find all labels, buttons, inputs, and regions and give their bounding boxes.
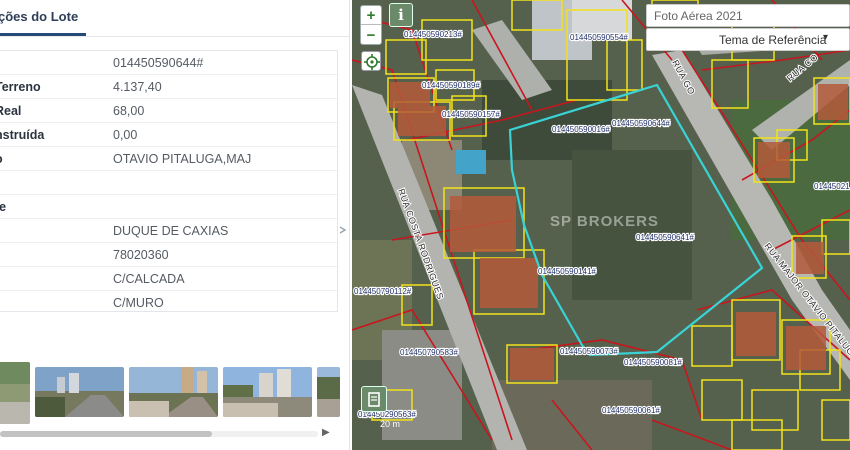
street-photo-thumbnail[interactable] bbox=[129, 367, 218, 417]
parcel-label: 014450590073# bbox=[560, 347, 618, 356]
zoom-out-button[interactable]: − bbox=[361, 26, 381, 45]
chevron-down-icon: ▾ bbox=[823, 32, 829, 43]
theme-value: Tema de Referência bbox=[719, 33, 827, 47]
row-value: DUQUE DE CAXIAS bbox=[113, 224, 229, 238]
watermark: SP BROKERS bbox=[550, 213, 659, 230]
basemap-value: Foto Aérea 2021 bbox=[654, 9, 743, 23]
row-label: o bbox=[0, 152, 3, 166]
table-row: DUQUE DE CAXIAS bbox=[0, 220, 337, 243]
lot-info-panel: ções do Lote 014450590644# Terreno 4.137… bbox=[0, 0, 350, 450]
parcel-label: 014450590213# bbox=[404, 30, 462, 39]
table-row: nstruída 0,00 bbox=[0, 124, 337, 147]
scrollbar-thumb[interactable] bbox=[0, 431, 212, 437]
zoom-in-button[interactable]: + bbox=[361, 6, 381, 25]
row-label: te bbox=[0, 200, 7, 214]
parcel-label: 014450790583# bbox=[400, 348, 458, 357]
parcel-label: 014450590644# bbox=[612, 119, 670, 128]
locate-button[interactable] bbox=[361, 51, 381, 71]
row-label: nstruída bbox=[0, 128, 45, 142]
zoom-control: + − bbox=[360, 5, 382, 45]
table-row: o OTAVIO PITALUGA,MAJ bbox=[0, 148, 337, 171]
aerial-map[interactable]: 014450590213# 014450590554# 014450590189… bbox=[352, 0, 850, 450]
row-value: 4.137,40 bbox=[113, 80, 162, 94]
layers-button[interactable] bbox=[361, 386, 387, 412]
street-photo-thumbnail[interactable] bbox=[35, 367, 124, 417]
tab-active-indicator bbox=[0, 33, 86, 36]
parcel-label: 014450590189# bbox=[422, 81, 480, 90]
crosshair-icon bbox=[364, 54, 380, 70]
row-value: 68,00 bbox=[113, 104, 145, 118]
row-label: Terreno bbox=[0, 80, 41, 94]
collapse-panel-icon[interactable] bbox=[337, 223, 351, 237]
table-row: C/CALCADA bbox=[0, 268, 337, 291]
layers-icon bbox=[368, 392, 380, 407]
table-row: C/MURO bbox=[0, 292, 337, 315]
table-row: 014450590644# bbox=[0, 52, 337, 75]
parcel-label: 014450790112# bbox=[354, 287, 412, 296]
street-photo-thumbnail[interactable] bbox=[317, 367, 340, 417]
parcel-label: 014450590141# bbox=[538, 267, 596, 276]
parcel-label: 014450590554# bbox=[570, 33, 628, 42]
row-label: Real bbox=[0, 104, 22, 118]
map-canvas: 014450590213# 014450590554# 014450590189… bbox=[352, 0, 850, 450]
scroll-right-arrow-icon[interactable]: ▶ bbox=[322, 427, 330, 438]
table-row: te bbox=[0, 196, 337, 219]
tab-lot-info[interactable]: ções do Lote bbox=[0, 9, 78, 24]
table-row: Terreno 4.137,40 bbox=[0, 76, 337, 99]
parcel-label: 014450590081# bbox=[624, 358, 682, 367]
street-view-thumbnails bbox=[0, 362, 340, 424]
parcel-label: 01445021 bbox=[814, 182, 850, 191]
row-value: 0,00 bbox=[113, 128, 138, 142]
table-row bbox=[0, 172, 337, 195]
row-value: C/CALCADA bbox=[113, 272, 185, 286]
info-button[interactable]: i bbox=[389, 3, 413, 27]
basemap-select[interactable]: Foto Aérea 2021 bbox=[646, 4, 850, 27]
theme-select[interactable]: Tema de Referência ▾ bbox=[646, 28, 850, 51]
row-value: 78020360 bbox=[113, 248, 169, 262]
scale-label: 20 m bbox=[380, 419, 400, 429]
row-value: 014450590644# bbox=[113, 56, 204, 70]
street-photo-thumbnail[interactable] bbox=[0, 362, 30, 424]
row-value: C/MURO bbox=[113, 296, 164, 310]
thumbnail-scrollbar[interactable]: ▶ bbox=[0, 427, 340, 439]
row-value: OTAVIO PITALUGA,MAJ bbox=[113, 152, 252, 166]
lot-attributes-table: 014450590644# Terreno 4.137,40 Real 68,0… bbox=[0, 50, 338, 312]
street-photo-thumbnail[interactable] bbox=[223, 367, 312, 417]
table-row: 78020360 bbox=[0, 244, 337, 267]
parcel-label: 014450590641# bbox=[636, 233, 694, 242]
table-row: Real 68,00 bbox=[0, 100, 337, 123]
parcel-label: 014450590061# bbox=[602, 406, 660, 415]
parcel-label: 014450590157# bbox=[442, 110, 500, 119]
parcel-label: 014450590016# bbox=[552, 125, 610, 134]
panel-header: ções do Lote bbox=[0, 0, 350, 37]
